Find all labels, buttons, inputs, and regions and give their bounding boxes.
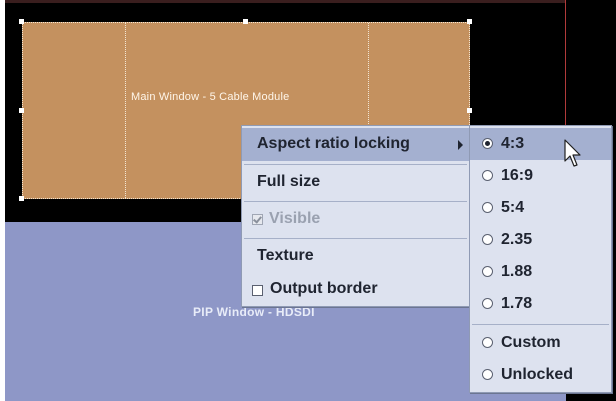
menu-item-label: Full size	[257, 173, 321, 190]
third-guide-left	[125, 23, 126, 198]
radio-icon	[482, 202, 493, 213]
aspect-option-5-4[interactable]: 5:4	[470, 192, 611, 224]
menu-item-full-size[interactable]: Full size	[242, 166, 469, 199]
resize-handle-bottom-left[interactable]	[19, 196, 24, 201]
visible-checkbox[interactable]	[252, 214, 263, 225]
arrow-pointer-icon	[564, 139, 581, 167]
aspect-ratio-submenu: 4:3 16:9 5:4 2.35 1.88 1.78 Custom Unloc…	[469, 125, 612, 393]
radio-icon	[482, 337, 493, 348]
aspect-option-unlocked[interactable]: Unlocked	[470, 359, 611, 391]
menu-item-aspect-ratio-locking[interactable]: Aspect ratio locking	[242, 128, 469, 161]
aspect-option-label: 4:3	[501, 135, 525, 152]
aspect-option-4-3[interactable]: 4:3	[470, 128, 611, 160]
aspect-option-label: 16:9	[501, 167, 534, 184]
output-border-checkbox[interactable]	[252, 285, 263, 296]
resize-handle-left[interactable]	[19, 108, 24, 113]
radio-selected-icon	[482, 138, 493, 149]
pip-window-label: PIP Window - HDSDI	[193, 305, 315, 319]
aspect-option-2-35[interactable]: 2.35	[470, 224, 611, 256]
aspect-option-label: 1.78	[501, 295, 533, 312]
resize-handle-top-left[interactable]	[19, 19, 24, 24]
menu-item-label: Output border	[270, 280, 378, 297]
radio-icon	[482, 266, 493, 277]
resize-handle-top-right[interactable]	[467, 19, 472, 24]
aspect-option-label: Custom	[501, 334, 561, 351]
radio-icon	[482, 298, 493, 309]
menu-item-output-border[interactable]: Output border	[242, 273, 469, 305]
aspect-option-label: 5:4	[501, 199, 525, 216]
menu-separator	[244, 238, 467, 239]
menu-item-texture[interactable]: Texture	[242, 240, 469, 273]
menu-item-visible[interactable]: Visible	[242, 203, 469, 236]
context-menu: Aspect ratio locking Full size Visible T…	[241, 125, 470, 307]
aspect-option-1-78[interactable]: 1.78	[470, 288, 611, 320]
radio-icon	[482, 369, 493, 380]
radio-icon	[482, 170, 493, 181]
menu-item-label: Aspect ratio locking	[257, 135, 410, 152]
menu-item-label: Visible	[269, 210, 321, 227]
aspect-option-label: 1.88	[501, 263, 533, 280]
resize-handle-top[interactable]	[243, 19, 248, 24]
submenu-arrow-icon	[458, 140, 463, 150]
menu-item-label: Texture	[257, 247, 314, 264]
menu-separator	[244, 164, 467, 165]
aspect-option-16-9[interactable]: 16:9	[470, 160, 611, 192]
aspect-option-custom[interactable]: Custom	[470, 327, 611, 359]
aspect-option-1-88[interactable]: 1.88	[470, 256, 611, 288]
resize-handle-right[interactable]	[467, 108, 472, 113]
menu-separator	[472, 324, 609, 325]
aspect-option-label: Unlocked	[501, 366, 574, 383]
main-window-label: Main Window - 5 Cable Module	[131, 91, 290, 103]
aspect-option-label: 2.35	[501, 231, 533, 248]
canvas-top-frame	[5, 0, 566, 3]
menu-separator	[244, 201, 467, 202]
radio-icon	[482, 234, 493, 245]
